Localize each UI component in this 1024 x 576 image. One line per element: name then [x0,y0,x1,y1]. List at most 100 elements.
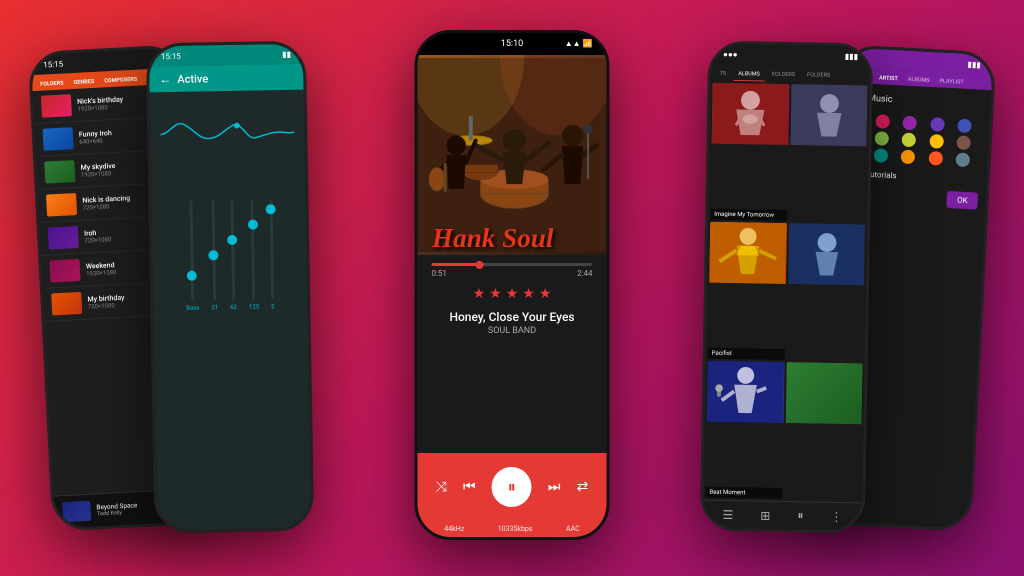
ok-button[interactable]: OK [947,191,978,210]
color-swatch-2[interactable] [903,116,918,131]
time-left: 15:15 [43,59,63,69]
color-swatch-6[interactable] [875,131,890,146]
star-5[interactable]: ★ [539,286,552,302]
progress-area[interactable]: 0:51 2:44 [418,255,607,278]
album-img-extra3 [785,362,863,425]
color-swatch-8[interactable] [929,134,944,149]
phone-albums: ●●● ▮▮▮ TS ALBUMS FOLDERS FOLDERS [700,41,874,534]
color-swatch-11[interactable] [874,148,889,163]
slider-label-125: 125 [249,303,259,310]
menu-icon[interactable]: ☰ [722,507,733,521]
album-item-extra3[interactable] [784,362,863,500]
eq-title: Active [177,72,208,86]
phone-player: 15:10 ▲▲ 📶 [415,30,610,540]
eq-waveform [160,100,295,162]
eq-sliders: Bass 31 62 [184,190,274,312]
star-rating[interactable]: ★ ★ ★ ★ ★ [418,278,607,306]
slider-62[interactable]: 62 [228,200,237,311]
pause-icon-bottom[interactable]: ⏸ [797,508,803,523]
albums-bottom-bar: ☰ ⊞ ⏸ ⋮ [703,500,862,531]
color-swatch-1[interactable] [876,114,891,129]
album-cover-extra2 [788,223,866,286]
signal-icons: ▲▲ 📶 [565,39,593,48]
battery-right: ▮▮▮ [967,59,981,69]
album-cover-extra1 [790,84,868,147]
tab-folders2[interactable]: FOLDERS [802,69,835,83]
svg-text:Hank Soul: Hank Soul [431,223,554,253]
song-info: Honey, Close Your Eyes SOUL BAND [418,306,607,340]
audio-quality: 44kHz [444,525,464,533]
status-bar-albums: ●●● ▮▮▮ [711,44,870,67]
slider-125[interactable]: 125 [247,200,259,311]
album-cover-extra3 [785,362,863,425]
album-img-extra1 [790,84,868,147]
slider-label-31: 31 [211,304,218,311]
slider-label-62: 62 [230,304,237,311]
pause-button[interactable]: ⏸ [492,467,532,507]
thumb-beyond [62,501,91,522]
star-2[interactable]: ★ [489,286,502,302]
progress-total: 2:44 [577,269,592,278]
progress-current: 0:51 [432,269,447,278]
slider-2k[interactable]: 2 [269,199,274,310]
player-controls: ⤨ ⏮ ⏸ ⏭ ⇄ [418,453,607,521]
slider-thumb-bass[interactable] [187,271,197,281]
color-swatch-7[interactable] [902,133,917,148]
slider-bass[interactable]: Bass [184,201,199,312]
color-swatch-3[interactable] [930,117,945,132]
shuffle-button[interactable]: ⤨ [436,479,447,495]
more-icon[interactable]: ⋮ [830,509,842,523]
bottom-song-info: Beyond Space Todd Kelly [96,501,138,517]
prev-button[interactable]: ⏮ [463,479,476,495]
tab-albums[interactable]: ALBUMS [733,68,765,82]
album-art: Hank Soul [418,55,607,255]
song-title: Funny Iroh [79,129,112,139]
album-cover-beat [707,361,785,424]
slider-thumb-31[interactable] [209,250,219,260]
slider-31[interactable]: 31 [210,200,219,311]
time-center: 15:10 [501,39,523,49]
status-bar-center: 15:10 ▲▲ 📶 [418,33,607,55]
album-img-imagine [711,83,789,146]
song-sub: 1920×1080 [86,269,117,278]
album-item-extra1[interactable] [789,84,868,222]
album-label-imagine: Imagine My Tomorrow [710,209,787,221]
player-screen: 15:10 ▲▲ 📶 [418,33,607,537]
progress-bar[interactable] [432,263,593,266]
album-item-imagine[interactable]: Imagine My Tomorrow [710,83,789,221]
slider-thumb-2k[interactable] [266,204,276,214]
slider-label-bass: Bass [186,305,199,312]
color-swatch-9[interactable] [956,135,971,150]
eq-screen: 15:15 ▮▮ ← Active [149,44,311,531]
slider-thumb-62[interactable] [227,235,237,245]
phones-container: 15:15 ▮▮▮ FOLDERS GENRES COMPOSERS Nick'… [0,0,1024,576]
star-3[interactable]: ★ [506,286,519,302]
star-4[interactable]: ★ [522,286,535,302]
slider-thumb-125[interactable] [247,220,257,230]
albums-grid: Imagine My Tomorrow [703,81,869,503]
playlist-info: Funny Iroh 640×640 [79,129,113,146]
album-item-beat[interactable]: Beat Moment [705,361,784,499]
back-button[interactable]: ← [159,72,171,86]
player-song-artist: SOUL BAND [418,326,607,336]
color-swatch-12[interactable] [901,150,916,165]
next-button[interactable]: ⏭ [548,479,561,495]
song-sub: 720×1080 [84,236,111,244]
time-eq: 15:15 [161,51,181,60]
album-img-extra2 [788,223,866,286]
star-1[interactable]: ★ [473,286,486,302]
battery-icon-eq: ▮▮ [282,49,291,58]
thumb-funny-iroh [43,127,74,151]
color-swatch-13[interactable] [928,151,943,166]
grid-icon[interactable]: ⊞ [760,508,770,522]
thumb-nick-birthday [41,94,72,118]
progress-dot [476,261,484,269]
album-label-pacifist: Pacifist [708,348,785,360]
album-item-extra2[interactable] [786,223,865,361]
album-item-pacifist[interactable]: Pacifist [708,222,787,360]
color-swatch-14[interactable] [955,152,970,167]
tab-ts[interactable]: TS [715,68,732,81]
color-swatch-4[interactable] [957,118,972,133]
tab-folders1[interactable]: FOLDERS [767,69,800,83]
repeat-button[interactable]: ⇄ [577,479,589,495]
